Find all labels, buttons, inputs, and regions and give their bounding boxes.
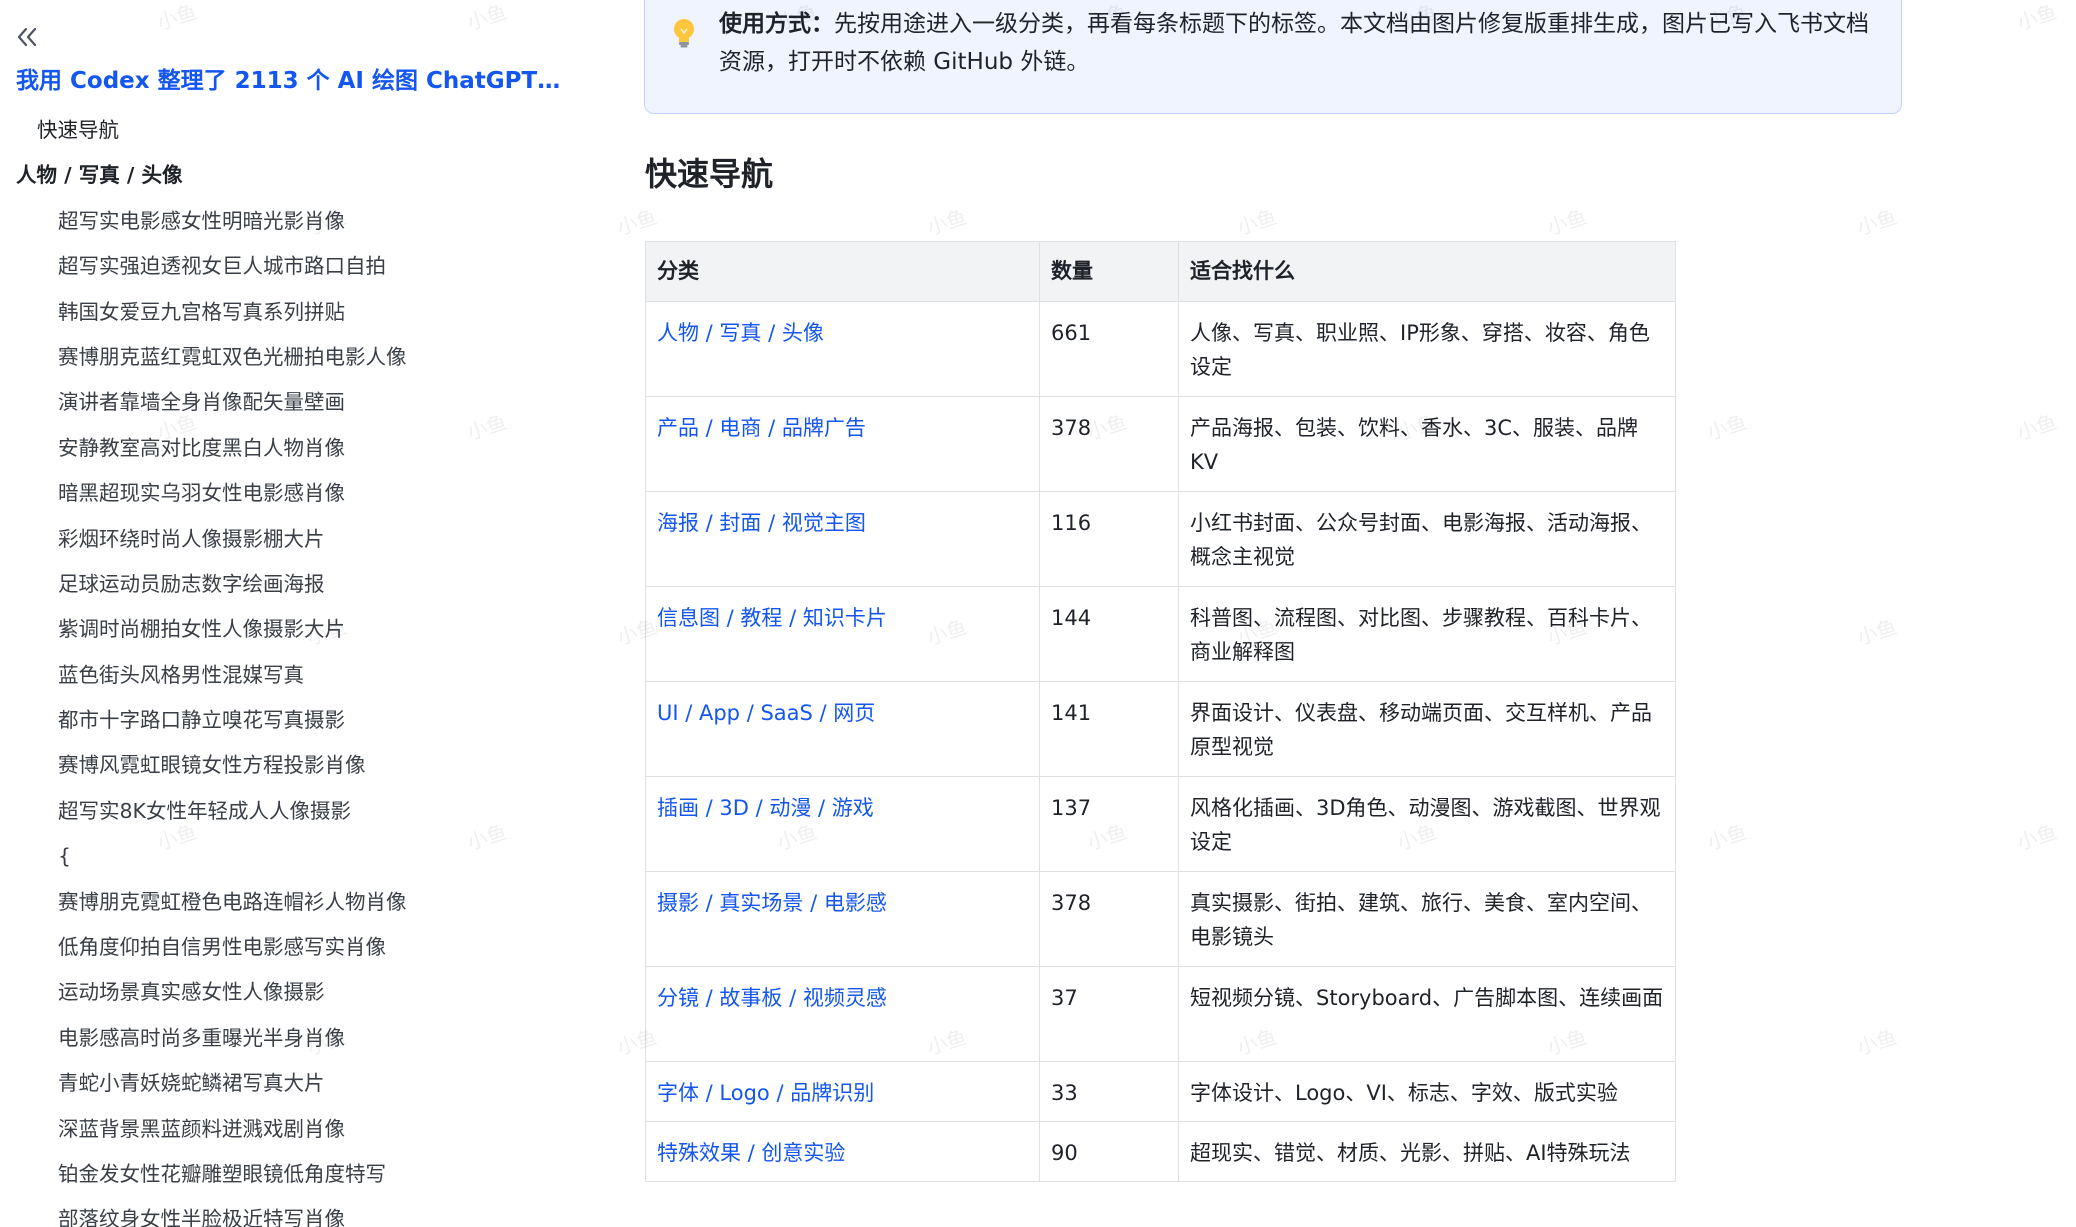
table-row: 插画 / 3D / 动漫 / 游戏 137 风格化插画、3D角色、动漫图、游戏截图、… (645, 776, 1676, 872)
count-cell: 144 (1039, 586, 1179, 682)
outline-item[interactable]: 铂金发女性花瓣雕塑眼镜低角度特写 (0, 1152, 620, 1197)
table-header-row: 分类 数量 适合找什么 (645, 241, 1676, 302)
table-row: 产品 / 电商 / 品牌广告 378 产品海报、包装、饮料、香水、3C、服装、品牌K… (645, 396, 1676, 492)
outline-item[interactable]: 暗黑超现实乌羽女性电影感肖像 (0, 471, 620, 516)
outline-item[interactable]: 演讲者靠墙全身肖像配矢量壁画 (0, 380, 620, 425)
use-cell: 真实摄影、街拍、建筑、旅行、美食、室内空间、电影镜头 (1178, 871, 1676, 967)
category-cell: 摄影 / 真实场景 / 电影感 (645, 871, 1040, 967)
doc-title-link[interactable]: 我用 Codex 整理了 2113 个 AI 绘图 ChatGPT提示词 (16, 64, 576, 98)
category-link[interactable]: 海报 / 封面 / 视觉主图 (657, 511, 866, 535)
callout-text: 使用方式：先按用途进入一级分类，再看每条标题下的标签。本文档由图片修复版重排生成… (719, 5, 1879, 81)
outline-item[interactable]: 超写实电影感女性明暗光影肖像 (0, 199, 620, 244)
category-cell: 人物 / 写真 / 头像 (645, 301, 1040, 397)
count-cell: 137 (1039, 776, 1179, 872)
use-cell: 界面设计、仪表盘、移动端页面、交互样机、产品原型视觉 (1178, 681, 1676, 777)
use-cell: 小红书封面、公众号封面、电影海报、活动海报、概念主视觉 (1178, 491, 1676, 587)
category-link[interactable]: 摄影 / 真实场景 / 电影感 (657, 891, 887, 915)
outline-item[interactable]: 蓝色街头风格男性混媒写真 (0, 653, 620, 698)
count-cell: 141 (1039, 681, 1179, 777)
section-heading: 快速导航 (645, 155, 774, 193)
count-cell: 33 (1039, 1061, 1179, 1122)
category-cell: 字体 / Logo / 品牌识别 (645, 1061, 1040, 1122)
table-row: 摄影 / 真实场景 / 电影感 378 真实摄影、街拍、建筑、旅行、美食、室内空间、… (645, 871, 1676, 967)
quick-nav-table: 分类 数量 适合找什么 人物 / 写真 / 头像 661 人像、写真、职业照、IP形… (645, 241, 1676, 1182)
document-main: 使用方式：先按用途进入一级分类，再看每条标题下的标签。本文档由图片修复版重排生成… (620, 0, 2076, 1227)
outline-item[interactable]: 电影感高时尚多重曝光半身肖像 (0, 1016, 620, 1061)
use-cell: 人像、写真、职业照、IP形象、穿搭、妆容、角色设定 (1178, 301, 1676, 397)
callout-body: 先按用途进入一级分类，再看每条标题下的标签。本文档由图片修复版重排生成，图片已写… (719, 11, 1869, 75)
outline-item[interactable]: 青蛇小青妖娆蛇鳞裙写真大片 (0, 1061, 620, 1106)
category-cell: 插画 / 3D / 动漫 / 游戏 (645, 776, 1040, 872)
count-cell: 90 (1039, 1121, 1179, 1182)
category-cell: 海报 / 封面 / 视觉主图 (645, 491, 1040, 587)
use-cell: 超现实、错觉、材质、光影、拼贴、AI特殊玩法 (1178, 1121, 1676, 1182)
column-header-category: 分类 (645, 241, 1040, 302)
category-link[interactable]: 特殊效果 / 创意实验 (657, 1141, 845, 1165)
outline-item[interactable]: 部落纹身女性半脸极近特写肖像 (0, 1197, 620, 1227)
outline-list: 快速导航 人物 / 写真 / 头像 超写实电影感女性明暗光影肖像 超写实强迫透视女巨人… (0, 108, 620, 1227)
use-cell: 短视频分镜、Storyboard、广告脚本图、连续画面 (1178, 966, 1676, 1062)
outline-item[interactable]: 运动场景真实感女性人像摄影 (0, 970, 620, 1015)
category-link[interactable]: 产品 / 电商 / 品牌广告 (657, 416, 866, 440)
table-row: 分镜 / 故事板 / 视频灵感 37 短视频分镜、Storyboard、广告脚本图、… (645, 966, 1676, 1062)
table-row: 特殊效果 / 创意实验 90 超现实、错觉、材质、光影、拼贴、AI特殊玩法 (645, 1121, 1676, 1182)
table-row: 人物 / 写真 / 头像 661 人像、写真、职业照、IP形象、穿搭、妆容、角色设定 (645, 301, 1676, 397)
use-cell: 风格化插画、3D角色、动漫图、游戏截图、世界观设定 (1178, 776, 1676, 872)
column-header-use: 适合找什么 (1178, 241, 1676, 302)
outline-item[interactable]: 赛博朋克霓虹橙色电路连帽衫人物肖像 (0, 880, 620, 925)
outline-item[interactable]: { (0, 834, 620, 879)
category-cell: 产品 / 电商 / 品牌广告 (645, 396, 1040, 492)
outline-item[interactable]: 人物 / 写真 / 头像 (0, 153, 620, 198)
category-cell: UI / App / SaaS / 网页 (645, 681, 1040, 777)
count-cell: 378 (1039, 396, 1179, 492)
category-cell: 信息图 / 教程 / 知识卡片 (645, 586, 1040, 682)
use-cell: 字体设计、Logo、VI、标志、字效、版式实验 (1178, 1061, 1676, 1122)
outline-item[interactable]: 快速导航 (0, 108, 620, 153)
outline-sidebar: 我用 Codex 整理了 2113 个 AI 绘图 ChatGPT提示词 快速导… (0, 0, 620, 1227)
outline-item[interactable]: 足球运动员励志数字绘画海报 (0, 562, 620, 607)
outline-item[interactable]: 深蓝背景黑蓝颜料迸溅戏剧肖像 (0, 1107, 620, 1152)
outline-item[interactable]: 紫调时尚棚拍女性人像摄影大片 (0, 607, 620, 652)
outline-item[interactable]: 安静教室高对比度黑白人物肖像 (0, 426, 620, 471)
category-link[interactable]: 插画 / 3D / 动漫 / 游戏 (657, 796, 874, 820)
outline-item[interactable]: 韩国女爱豆九宫格写真系列拼贴 (0, 290, 620, 335)
table-row: UI / App / SaaS / 网页 141 界面设计、仪表盘、移动端页面、交互… (645, 681, 1676, 777)
column-header-count: 数量 (1039, 241, 1179, 302)
table-row: 字体 / Logo / 品牌识别 33 字体设计、Logo、VI、标志、字效、版式实… (645, 1061, 1676, 1122)
callout-block: 使用方式：先按用途进入一级分类，再看每条标题下的标签。本文档由图片修复版重排生成… (644, 0, 1902, 114)
category-link[interactable]: 信息图 / 教程 / 知识卡片 (657, 606, 887, 630)
category-link[interactable]: 分镜 / 故事板 / 视频灵感 (657, 986, 887, 1010)
double-chevron-left-icon[interactable] (12, 22, 42, 52)
count-cell: 37 (1039, 966, 1179, 1062)
count-cell: 661 (1039, 301, 1179, 397)
outline-item[interactable]: 低角度仰拍自信男性电影感写实肖像 (0, 925, 620, 970)
category-link[interactable]: UI / App / SaaS / 网页 (657, 701, 875, 725)
callout-label: 使用方式： (719, 11, 834, 37)
outline-item[interactable]: 超写实8K女性年轻成人人像摄影 (0, 789, 620, 834)
category-cell: 分镜 / 故事板 / 视频灵感 (645, 966, 1040, 1062)
category-link[interactable]: 人物 / 写真 / 头像 (657, 321, 824, 345)
use-cell: 科普图、流程图、对比图、步骤教程、百科卡片、商业解释图 (1178, 586, 1676, 682)
outline-item[interactable]: 彩烟环绕时尚人像摄影棚大片 (0, 517, 620, 562)
category-cell: 特殊效果 / 创意实验 (645, 1121, 1040, 1182)
outline-item[interactable]: 赛博朋克蓝红霓虹双色光栅拍电影人像 (0, 335, 620, 380)
count-cell: 116 (1039, 491, 1179, 587)
outline-item[interactable]: 超写实强迫透视女巨人城市路口自拍 (0, 244, 620, 289)
outline-item[interactable]: 都市十字路口静立嗅花写真摄影 (0, 698, 620, 743)
table-row: 信息图 / 教程 / 知识卡片 144 科普图、流程图、对比图、步骤教程、百科卡片、… (645, 586, 1676, 682)
category-link[interactable]: 字体 / Logo / 品牌识别 (657, 1081, 874, 1105)
outline-item[interactable]: 赛博风霓虹眼镜女性方程投影肖像 (0, 743, 620, 788)
count-cell: 378 (1039, 871, 1179, 967)
table-row: 海报 / 封面 / 视觉主图 116 小红书封面、公众号封面、电影海报、活动海报、概… (645, 491, 1676, 587)
lightbulb-icon (671, 17, 697, 49)
use-cell: 产品海报、包装、饮料、香水、3C、服装、品牌KV (1178, 396, 1676, 492)
